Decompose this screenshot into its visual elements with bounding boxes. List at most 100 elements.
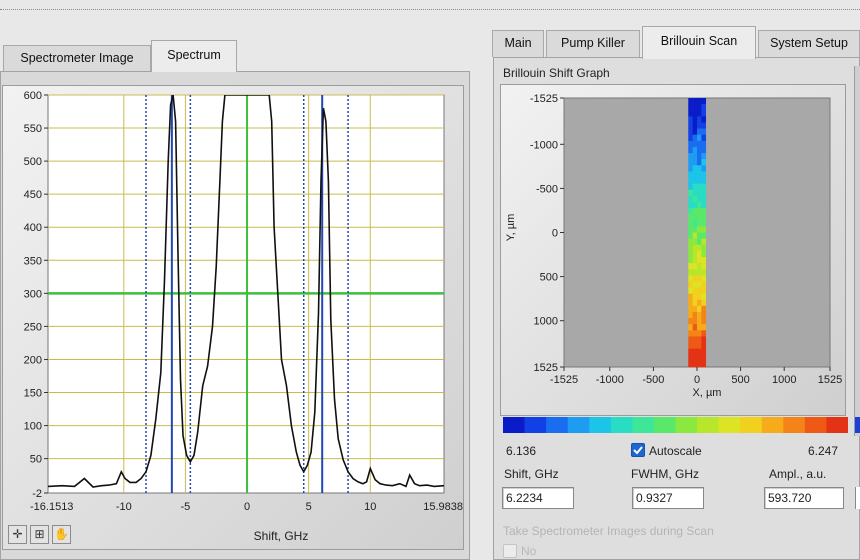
heatmap-cell [688, 360, 693, 368]
heatmap-cell [692, 226, 698, 233]
heatmap-cell [697, 354, 702, 362]
color-ramp-segment [783, 417, 806, 433]
heatmap-cell [692, 275, 698, 282]
top-divider [0, 9, 860, 10]
shift-field[interactable]: 6.2234 [502, 487, 574, 509]
heatmap-cell [688, 336, 693, 343]
heatmap-cell [692, 318, 698, 325]
color-ramp-segment [804, 417, 827, 433]
tab-pump-killer[interactable]: Pump Killer [546, 30, 640, 57]
color-ramp-segment [761, 417, 784, 433]
heatmap-cell [701, 110, 707, 117]
heatmap-cell [701, 104, 707, 111]
heatmap-cell [688, 299, 693, 307]
zoom-icon[interactable]: ⊞ [30, 525, 49, 544]
heatmap-x-tick-label: 1525 [818, 374, 842, 386]
heatmap-cell [688, 122, 693, 129]
heatmap-cell [688, 330, 693, 337]
heatmap-cell [688, 232, 693, 239]
heatmap-cell [697, 287, 702, 294]
pan-icon[interactable]: ✋ [52, 525, 71, 544]
heatmap-cell [688, 214, 693, 221]
heatmap-cell [701, 201, 707, 209]
heatmap-y-tick-label: -500 [536, 183, 558, 195]
heatmap-cell [701, 165, 707, 172]
color-ramp-segment [503, 417, 525, 433]
heatmap-cell [688, 287, 693, 294]
heatmap-y-tick-label: -1000 [530, 139, 558, 151]
heatmap-cell [692, 330, 698, 337]
spectrum-x-axis-label: Shift, GHz [254, 529, 309, 543]
heatmap-cell [697, 110, 702, 117]
heatmap-cell [688, 238, 693, 246]
tab-spectrum[interactable]: Spectrum [151, 40, 237, 72]
heatmap-cell [701, 336, 707, 343]
heatmap-cell [688, 134, 693, 142]
heatmap-x-tick-label: 0 [694, 374, 700, 386]
next-field-label-edge [854, 467, 860, 481]
heatmap-cell [692, 287, 698, 294]
heatmap-cell [692, 214, 698, 221]
tab-spectrometer-image[interactable]: Spectrometer Image [3, 45, 151, 71]
heatmap-cell [701, 122, 707, 129]
heatmap-cell [692, 208, 698, 215]
heatmap-cell [701, 281, 707, 288]
heatmap-cell [697, 232, 702, 239]
spectrum-y-tick-label: 50 [30, 454, 42, 466]
heatmap-cell [697, 146, 702, 154]
heatmap-cell [688, 226, 693, 233]
heatmap-cell [688, 195, 693, 203]
color-ramp-segment [610, 417, 633, 433]
take-images-checkbox[interactable] [503, 544, 517, 558]
color-ramp-segment [567, 417, 590, 433]
heatmap-cell [688, 348, 693, 356]
heatmap-cell [692, 122, 698, 129]
heatmap-cell [701, 116, 707, 123]
heatmap-cell [688, 281, 693, 288]
heatmap-cell [701, 348, 707, 356]
heatmap-cell [688, 189, 693, 197]
spectrum-y-tick-label: 350 [24, 255, 42, 267]
heatmap-cell [692, 305, 698, 313]
color-ramp-segment [589, 417, 612, 433]
fwhm-field[interactable]: 0.9327 [632, 487, 704, 509]
color-ramp[interactable] [503, 417, 848, 433]
heatmap-cell [692, 134, 698, 142]
heatmap-cell [701, 269, 707, 276]
heatmap-x-tick-label: -500 [642, 374, 664, 386]
heatmap-cell [697, 263, 702, 270]
heatmap-cell [697, 171, 702, 178]
heatmap-cell [697, 311, 702, 319]
heatmap-cell [688, 171, 693, 178]
heatmap-cell [697, 305, 702, 313]
heatmap-cell [697, 324, 702, 331]
tab-brillouin-scan[interactable]: Brillouin Scan [642, 26, 756, 59]
heatmap-cell [688, 110, 693, 117]
heatmap-cell [688, 159, 693, 166]
tab-system-setup[interactable]: System Setup [758, 30, 860, 57]
heatmap-cell [688, 354, 693, 362]
heatmap-cell [692, 98, 698, 105]
ampl-field[interactable]: 593.720 [764, 487, 844, 509]
take-images-label: Take Spectrometer Images during Scan [503, 524, 714, 538]
heatmap-cell [688, 201, 693, 209]
heatmap-cell [692, 104, 698, 111]
heatmap-cell [697, 269, 702, 276]
autoscale-checkbox[interactable] [631, 443, 645, 457]
spectrum-graph[interactable]: 60055050045040035030025020015010050-2-10… [2, 85, 464, 550]
brillouin-heatmap[interactable]: -1525-1000-500050010001525-1525 -1000 -500… [500, 84, 846, 416]
tab-main[interactable]: Main [492, 30, 544, 57]
heatmap-cell [688, 293, 693, 301]
heatmap-cell [688, 183, 693, 190]
heatmap-cell [692, 220, 698, 227]
heatmap-cell [701, 330, 707, 337]
brillouin-graph-title: Brillouin Shift Graph [503, 66, 610, 80]
crosshair-icon[interactable]: ✛ [8, 525, 27, 544]
heatmap-cell [701, 293, 707, 301]
heatmap-cell [688, 256, 693, 264]
heatmap-cell [697, 98, 702, 105]
heatmap-cell [697, 348, 702, 356]
heatmap-x-tick-label: -1000 [596, 374, 624, 386]
heatmap-cell [701, 354, 707, 362]
spectrum-y-tick-label: 150 [24, 388, 42, 400]
